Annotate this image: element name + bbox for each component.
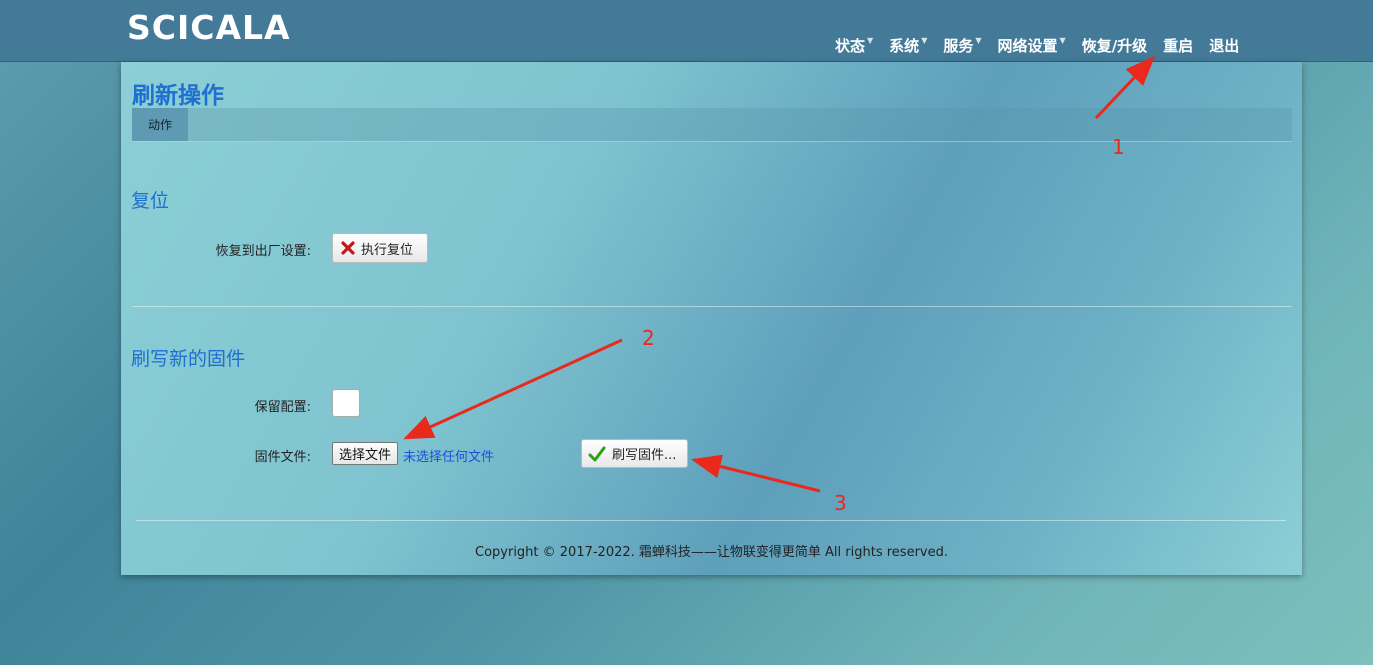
caret-down-icon: ▼ [975,36,982,45]
nav-restore-upgrade[interactable]: 恢复/升级 [1082,35,1147,56]
nav-reboot[interactable]: 重启 [1163,35,1193,56]
nav-label: 恢复/升级 [1081,37,1148,55]
checkmark-icon [588,446,606,461]
nav-label: 系统 [889,37,920,55]
tab-actions[interactable]: 动作 [132,108,188,141]
brand-logo[interactable]: SCICALA [127,8,291,47]
section-divider [132,306,1292,307]
perform-reset-button[interactable]: 执行复位 [332,233,428,263]
annotation-label-3: 3 [834,491,847,515]
nav-label: 状态 [835,37,866,55]
firmware-file-label: 固件文件: [254,450,311,465]
copyright-footer: Copyright © 2017-2022. 霜蝉科技——让物联变得更简单 Al… [475,545,948,560]
main-panel: 刷新操作 动作 复位 恢复到出厂设置: 执行复位 刷写新的固件 保留配置: 固件… [121,62,1302,575]
keep-config-label: 保留配置: [254,400,311,415]
perform-reset-label: 执行复位 [361,242,414,258]
page-title: 刷新操作 [132,83,224,109]
nav-label: 服务 [943,37,974,55]
file-status-text: 未选择任何文件 [403,450,495,465]
flash-firmware-button[interactable]: 刷写固件... [581,439,688,468]
flash-firmware-label: 刷写固件... [612,448,677,463]
nav-network[interactable]: 网络设置 ▼ [998,35,1066,56]
nav-label: 网络设置 [997,37,1058,55]
close-x-icon [341,241,355,255]
nav-services[interactable]: 服务 ▼ [943,35,981,56]
nav-label: 退出 [1209,37,1240,55]
annotation-label-1: 1 [1112,135,1125,159]
annotation-label-2: 2 [642,326,655,350]
footer-divider [136,520,1286,521]
nav-system[interactable]: 系统 ▼ [889,35,927,56]
factory-reset-label: 恢复到出厂设置: [215,244,311,259]
caret-down-icon: ▼ [1059,36,1066,45]
nav-status[interactable]: 状态 ▼ [835,35,873,56]
reset-section-title: 复位 [131,190,170,212]
nav-logout[interactable]: 退出 [1209,35,1239,56]
keep-config-checkbox[interactable] [332,389,360,417]
flash-section-title: 刷写新的固件 [131,348,246,370]
top-navbar: SCICALA 状态 ▼ 系统 ▼ 服务 ▼ 网络设置 ▼ 恢复/升级 重启 退出 [0,0,1373,62]
nav-label: 重启 [1163,37,1194,55]
main-nav: 状态 ▼ 系统 ▼ 服务 ▼ 网络设置 ▼ 恢复/升级 重启 退出 [835,35,1255,56]
caret-down-icon: ▼ [921,36,928,45]
caret-down-icon: ▼ [867,36,874,45]
choose-file-button[interactable]: 选择文件 [332,442,399,465]
